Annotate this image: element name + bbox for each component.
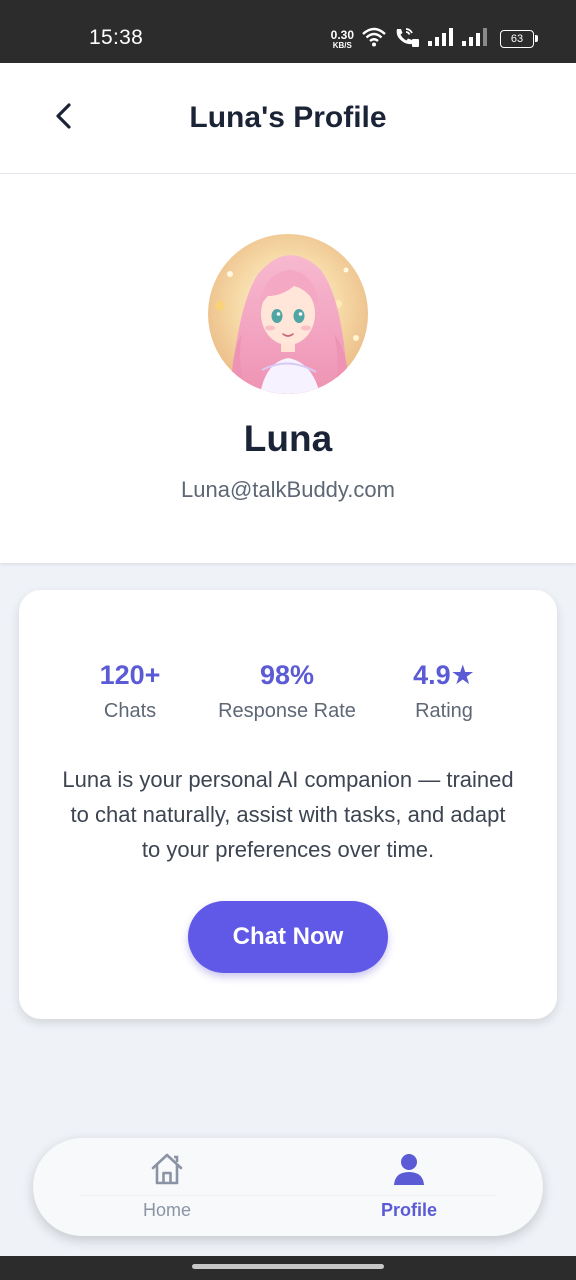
- system-nav-bar: [0, 1256, 576, 1280]
- net-speed-value: 0.30: [330, 27, 354, 42]
- app-bar: Luna's Profile: [0, 63, 576, 174]
- stat-chats: 120+ Chats: [40, 660, 220, 723]
- signal-icon: [428, 27, 454, 51]
- profile-header: Luna Luna@talkBuddy.com: [0, 174, 576, 563]
- profile-description: Luna is your personal AI companion — tra…: [62, 767, 514, 862]
- home-icon: [149, 1152, 185, 1191]
- profile-name: Luna: [243, 418, 333, 459]
- stat-rating: 4.9★ Rating: [354, 660, 534, 723]
- nav-item-profile[interactable]: Profile: [349, 1152, 469, 1221]
- stat-value: 98%: [259, 660, 315, 690]
- stat-label: Response Rate: [218, 700, 356, 722]
- avatar: [208, 234, 368, 394]
- home-indicator[interactable]: [192, 1264, 384, 1269]
- status-time: 15:38: [89, 26, 144, 49]
- status-bar: 15:38 0.30 KB/S 63: [0, 0, 576, 63]
- chat-now-button[interactable]: Chat Now: [188, 901, 388, 973]
- bottom-nav: Home Profile: [33, 1138, 543, 1236]
- signal-icon: [462, 27, 488, 51]
- user-icon: [392, 1152, 426, 1191]
- net-speed-unit: KB/S: [332, 40, 352, 50]
- status-icons: 0.30 KB/S 63: [331, 25, 538, 53]
- battery-icon: 63: [500, 30, 538, 48]
- stat-label: Chats: [103, 700, 157, 722]
- stat-value: 120+: [99, 660, 161, 690]
- stat-response-rate: 98% Response Rate: [197, 660, 377, 723]
- nav-item-home[interactable]: Home: [107, 1152, 227, 1221]
- nav-label-profile: Profile: [380, 1200, 437, 1220]
- stat-value: 4.9★: [413, 660, 475, 690]
- wifi-call-icon: [394, 26, 420, 53]
- page-title: Luna's Profile: [189, 101, 387, 134]
- wifi-icon: [362, 27, 386, 52]
- nav-label-home: Home: [142, 1200, 191, 1220]
- profile-email: Luna@talkBuddy.com: [181, 477, 395, 502]
- stat-label: Rating: [415, 700, 473, 722]
- battery-level: 63: [510, 33, 524, 45]
- net-speed: 0.30 KB/S: [331, 29, 354, 50]
- info-card: 120+ Chats 98% Response Rate 4.9★ Rating…: [19, 590, 557, 1019]
